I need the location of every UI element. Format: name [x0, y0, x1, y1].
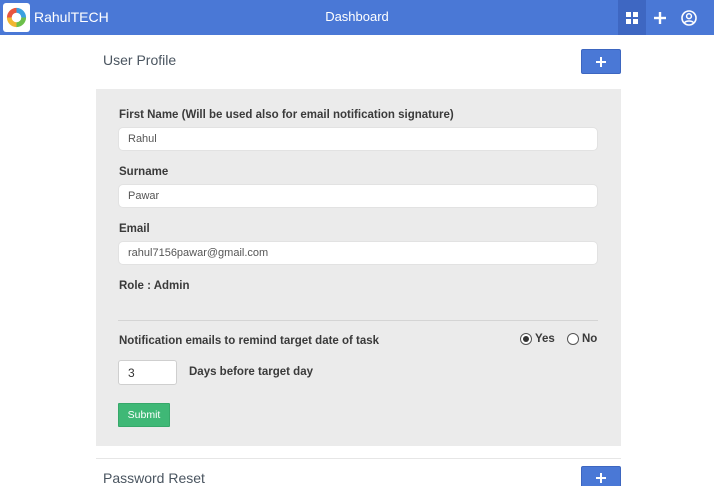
- first-name-label: First Name (Will be used also for email …: [119, 109, 454, 121]
- first-name-input[interactable]: [118, 127, 598, 151]
- surname-input[interactable]: [118, 184, 598, 208]
- radio-yes[interactable]: [520, 333, 532, 345]
- email-label: Email: [119, 223, 150, 235]
- radio-no[interactable]: [567, 333, 579, 345]
- user-profile-add-button[interactable]: [581, 49, 621, 74]
- section-divider: [96, 458, 621, 459]
- role-text: Role : Admin: [119, 280, 190, 292]
- dashboard-icon: [626, 11, 638, 24]
- notification-yes-option[interactable]: Yes: [520, 333, 555, 345]
- user-profile-title: User Profile: [103, 52, 177, 68]
- days-before-label: Days before target day: [189, 366, 313, 378]
- plus-icon: [596, 473, 606, 483]
- page-title: Dashboard: [325, 9, 389, 24]
- plus-icon: [596, 56, 606, 67]
- add-button-top[interactable]: [646, 0, 674, 35]
- surname-label: Surname: [119, 166, 169, 178]
- notification-label: Notification emails to remind target dat…: [119, 335, 380, 347]
- radio-no-label: No: [582, 333, 598, 345]
- user-menu-button[interactable]: [675, 0, 703, 35]
- submit-button[interactable]: Submit: [118, 403, 170, 427]
- user-circle-icon: [681, 9, 697, 26]
- days-before-input[interactable]: [118, 360, 177, 385]
- plus-icon: [654, 11, 666, 24]
- notification-no-option[interactable]: No: [567, 333, 597, 345]
- email-input[interactable]: [118, 241, 598, 265]
- radio-yes-label: Yes: [535, 333, 555, 345]
- form-divider: [118, 320, 598, 321]
- top-bar: RahulTECH Dashboard: [0, 0, 714, 35]
- password-reset-title: Password Reset: [103, 470, 205, 486]
- dashboard-button[interactable]: [618, 0, 646, 35]
- password-reset-add-button[interactable]: [581, 466, 621, 486]
